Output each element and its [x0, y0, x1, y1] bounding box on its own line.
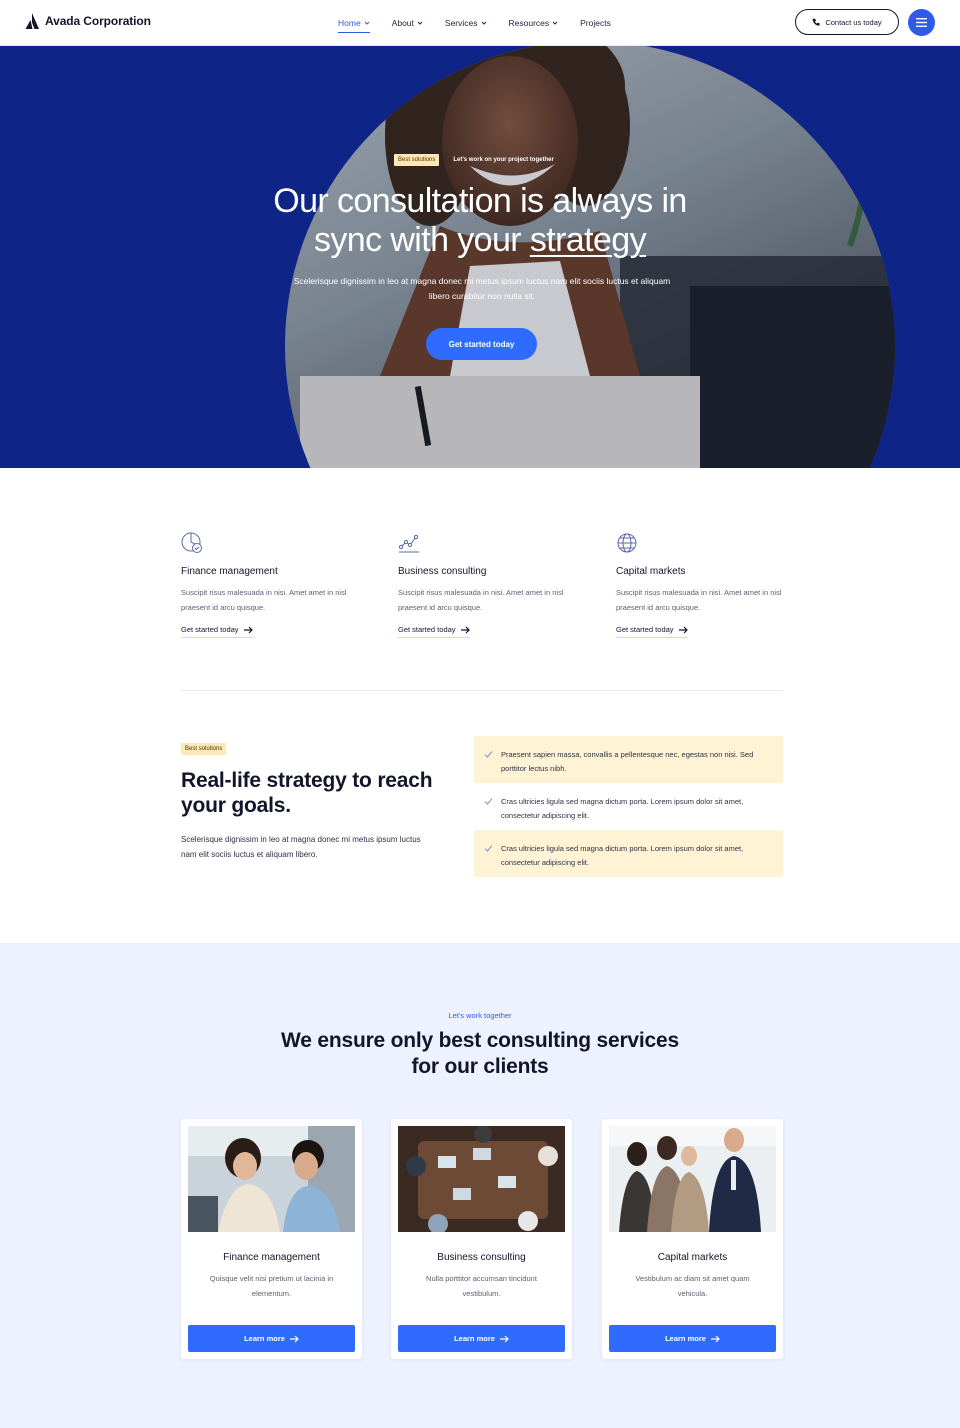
strategy-tag: Best solutions [181, 743, 227, 755]
checklist-item: Cras ultricies ligula sed magna dictum p… [474, 830, 783, 877]
checklist-text: Praesent sapien massa, convallis a pelle… [501, 750, 754, 773]
checklist-item: Cras ultricies ligula sed magna dictum p… [474, 783, 783, 830]
hero-section: Best solutions Let's work on your projec… [0, 46, 960, 468]
phone-icon [812, 18, 820, 26]
hero-title-underlined: strategy [529, 221, 647, 259]
section-divider [181, 690, 783, 691]
nav-label: About [391, 18, 414, 28]
card-image-meeting [398, 1126, 565, 1232]
strategy-title: Real-life strategy to reach your goals. [181, 769, 433, 817]
check-icon [484, 798, 493, 805]
strategy-desc: Scelerisque dignissim in leo at magna do… [181, 835, 421, 859]
feature-business: Business consulting Suscipit risus males… [398, 532, 568, 638]
services-title: We ensure only best consulting services … [281, 1029, 679, 1078]
checklist-item: Praesent sapien massa, convallis a pelle… [474, 736, 783, 783]
arrow-right-icon [678, 626, 688, 633]
hero-title: Our consultation is always in sync with … [200, 182, 760, 260]
check-icon [484, 751, 493, 758]
hero-tagline: Let's work on your project together [453, 157, 554, 163]
arrow-right-icon [289, 1335, 299, 1342]
services-section: Let's work together We ensure only best … [0, 943, 960, 1428]
hamburger-menu-button[interactable] [908, 9, 935, 36]
logo-text: Avada Corporation [45, 14, 151, 28]
card-image-colleagues [188, 1126, 355, 1232]
contact-label: Contact us today [825, 17, 882, 27]
services-eyebrow: Let's work together [448, 1011, 512, 1020]
learn-more-button[interactable]: Learn more [188, 1325, 355, 1352]
arrow-right-icon [243, 626, 253, 633]
checklist-text: Cras ultricies ligula sed magna dictum p… [501, 797, 744, 820]
feature-link[interactable]: Get started today [616, 625, 688, 638]
card-title: Capital markets [657, 1252, 728, 1263]
chevron-down-icon [364, 21, 370, 25]
checklist: Praesent sapien massa, convallis a pelle… [474, 736, 783, 877]
hero-content: Best solutions Let's work on your projec… [0, 46, 960, 468]
card-desc: Nulla porttitor accumsan tincidunt vesti… [426, 1274, 537, 1298]
feature-title: Capital markets [616, 566, 686, 577]
contact-us-button[interactable]: Contact us today [795, 9, 899, 35]
card-desc: Quisque velit nisi pretium ut lacinia in… [209, 1274, 334, 1298]
hero-title-line2: sync with your [313, 221, 530, 259]
chevron-down-icon [417, 21, 423, 25]
line-graph-icon [398, 534, 419, 553]
chevron-down-icon [481, 21, 486, 25]
arrow-right-icon [499, 1335, 509, 1342]
learn-more-label: Learn more [244, 1334, 285, 1343]
hero-title-line1: Our consultation is always in [273, 182, 687, 220]
nav-services[interactable]: Services [445, 0, 487, 46]
feature-finance: Finance management Suscipit risus malesu… [181, 532, 351, 638]
get-started-button[interactable]: Get started today [426, 328, 537, 360]
check-icon [484, 845, 493, 852]
nav-label: Home [338, 18, 361, 28]
feature-title: Finance management [181, 566, 278, 577]
avada-logo-icon [25, 13, 39, 29]
features-section: Finance management Suscipit risus malesu… [181, 532, 783, 662]
learn-more-label: Learn more [454, 1334, 495, 1343]
feature-link-label: Get started today [616, 625, 674, 634]
nav-resources[interactable]: Resources [509, 0, 559, 46]
service-card: Finance management Quisque velit nisi pr… [181, 1119, 362, 1359]
feature-link-label: Get started today [398, 625, 456, 634]
hero-subtitle: Scelerisque dignissim in leo at magna do… [293, 276, 671, 301]
learn-more-button[interactable]: Learn more [609, 1325, 776, 1352]
feature-link-label: Get started today [181, 625, 239, 634]
checklist-text: Cras ultricies ligula sed magna dictum p… [501, 844, 744, 867]
feature-title: Business consulting [398, 566, 487, 577]
feature-desc: Suscipit risus malesuada in nisi. Amet a… [616, 588, 782, 612]
nav-label: Resources [508, 18, 550, 28]
globe-icon [617, 533, 637, 553]
chevron-down-icon [552, 21, 558, 25]
arrow-right-icon [460, 626, 470, 633]
logo[interactable]: Avada Corporation [25, 13, 151, 29]
feature-link[interactable]: Get started today [181, 625, 253, 638]
nav-about[interactable]: About [392, 0, 423, 46]
nav-projects[interactable]: Projects [580, 0, 611, 46]
learn-more-label: Learn more [665, 1334, 706, 1343]
nav-home[interactable]: Home [338, 0, 370, 46]
main-nav: Home About Services Resources Projects [338, 0, 611, 46]
card-desc: Vestibulum ac diam sit amet quam vehicul… [635, 1274, 750, 1298]
card-title: Finance management [223, 1252, 320, 1263]
feature-desc: Suscipit risus malesuada in nisi. Amet a… [181, 588, 347, 612]
service-card: Business consulting Nulla porttitor accu… [391, 1119, 572, 1359]
feature-capital: Capital markets Suscipit risus malesuada… [616, 532, 786, 638]
feature-desc: Suscipit risus malesuada in nisi. Amet a… [398, 588, 564, 612]
hero-tags: Best solutions Let's work on your projec… [394, 154, 554, 166]
chart-pie-check-icon [181, 532, 202, 553]
site-header: Avada Corporation Home About Services Re… [0, 0, 960, 46]
card-title: Business consulting [437, 1252, 526, 1263]
best-solutions-tag: Best solutions [394, 154, 440, 166]
arrow-right-icon [710, 1335, 720, 1342]
hamburger-icon [916, 18, 927, 27]
feature-link[interactable]: Get started today [398, 625, 470, 638]
nav-label: Services [444, 18, 478, 28]
service-card: Capital markets Vestibulum ac diam sit a… [602, 1119, 783, 1359]
learn-more-button[interactable]: Learn more [398, 1325, 565, 1352]
nav-label: Projects [580, 18, 611, 28]
card-image-team [609, 1126, 776, 1232]
